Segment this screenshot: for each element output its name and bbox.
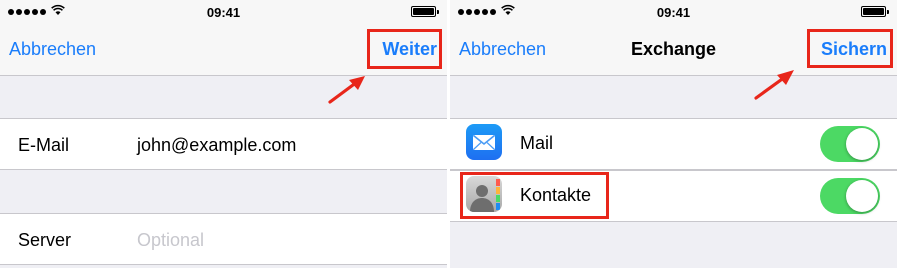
- server-row: Server Optional: [0, 213, 447, 265]
- status-bar: 09:41: [0, 0, 447, 24]
- contacts-icon: [466, 176, 502, 212]
- mail-icon: [466, 124, 502, 160]
- arrow-pointer-icon: [754, 70, 794, 100]
- email-field[interactable]: john@example.com: [137, 134, 296, 156]
- navigation-bar: Abbrechen Exchange Sichern: [450, 24, 897, 76]
- cancel-button[interactable]: Abbrechen: [9, 38, 96, 60]
- server-label: Server: [18, 230, 72, 250]
- status-time: 09:41: [656, 5, 691, 20]
- service-label-contacts: Kontakte: [520, 185, 592, 205]
- battery-icon: [411, 6, 439, 17]
- save-button[interactable]: Sichern: [821, 38, 887, 60]
- contacts-toggle[interactable]: [820, 178, 880, 214]
- service-row-mail: Mail: [450, 118, 897, 170]
- service-row-contacts: Kontakte: [450, 170, 897, 222]
- arrow-pointer-icon: [328, 76, 365, 104]
- next-button[interactable]: Weiter: [382, 38, 437, 60]
- server-field[interactable]: Optional: [137, 229, 204, 251]
- mail-toggle[interactable]: [820, 126, 880, 162]
- email-label: E-Mail: [18, 135, 70, 155]
- exchange-services-screen: 09:41 Abbrechen Exchange Sichern Mail Ko…: [450, 0, 897, 268]
- navigation-bar: Abbrechen Weiter: [0, 24, 447, 76]
- account-setup-screen: 09:41 Abbrechen Weiter E-Mail john@examp…: [0, 0, 447, 268]
- battery-icon: [861, 6, 889, 17]
- status-time: 09:41: [206, 5, 241, 20]
- service-label-mail: Mail: [520, 133, 554, 153]
- status-bar: 09:41: [450, 0, 897, 24]
- email-row: E-Mail john@example.com: [0, 118, 447, 170]
